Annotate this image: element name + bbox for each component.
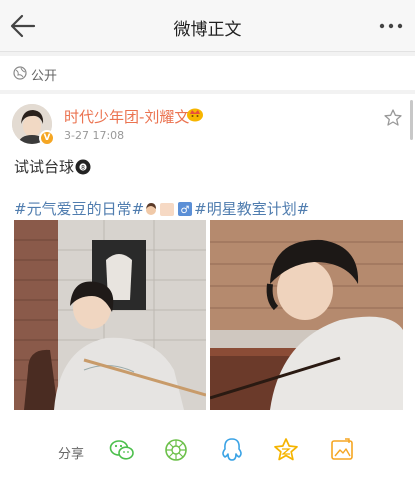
post-timestamp: 3-27 17:08 bbox=[64, 129, 125, 142]
photo-billiards-2 bbox=[210, 220, 403, 410]
hashtag-line: #元气爱豆的日常# ♂ #明星教室计划# bbox=[14, 198, 309, 219]
crown-icon bbox=[187, 108, 203, 122]
author-name[interactable]: 时代少年团-刘耀文 bbox=[64, 106, 189, 127]
wechat-icon[interactable] bbox=[108, 436, 136, 464]
moments-icon[interactable] bbox=[162, 436, 190, 464]
post-text-content: 试试台球 bbox=[14, 158, 75, 176]
photo-billiards-1 bbox=[14, 220, 206, 410]
share-bar: 分享 bbox=[0, 432, 415, 472]
qq-icon[interactable] bbox=[218, 436, 246, 464]
hashtag-link[interactable]: #明星教室计划# bbox=[194, 200, 309, 218]
visibility-row: 公开 bbox=[0, 56, 415, 90]
share-label: 分享 bbox=[58, 447, 85, 462]
emoji-sticker-icon: ♂ bbox=[146, 202, 193, 216]
top-nav-bar: 微博正文 bbox=[0, 0, 415, 52]
post-text: 试试台球 8 bbox=[14, 156, 91, 177]
svg-text:♂: ♂ bbox=[181, 205, 190, 216]
svg-text:8: 8 bbox=[81, 164, 85, 171]
globe-icon bbox=[13, 66, 27, 80]
more-icon[interactable] bbox=[377, 14, 405, 38]
avatar[interactable]: V bbox=[12, 104, 55, 146]
album-icon[interactable] bbox=[328, 436, 356, 464]
post-image[interactable] bbox=[210, 220, 403, 410]
post-image[interactable] bbox=[14, 220, 206, 410]
verified-icon: V bbox=[39, 130, 55, 146]
star-icon[interactable] bbox=[383, 108, 403, 128]
visibility-label: 公开 bbox=[31, 69, 58, 84]
weibo-post: V 时代少年团-刘耀文 3-27 17:08 试试台球 8 #元气爱豆的日常# … bbox=[0, 94, 415, 500]
hashtag-link[interactable]: #元气爱豆的日常# bbox=[14, 200, 144, 218]
eight-ball-icon: 8 bbox=[75, 159, 91, 175]
page-title: 微博正文 bbox=[173, 20, 242, 40]
qzone-icon[interactable] bbox=[272, 436, 300, 464]
scrollbar[interactable] bbox=[410, 100, 413, 140]
